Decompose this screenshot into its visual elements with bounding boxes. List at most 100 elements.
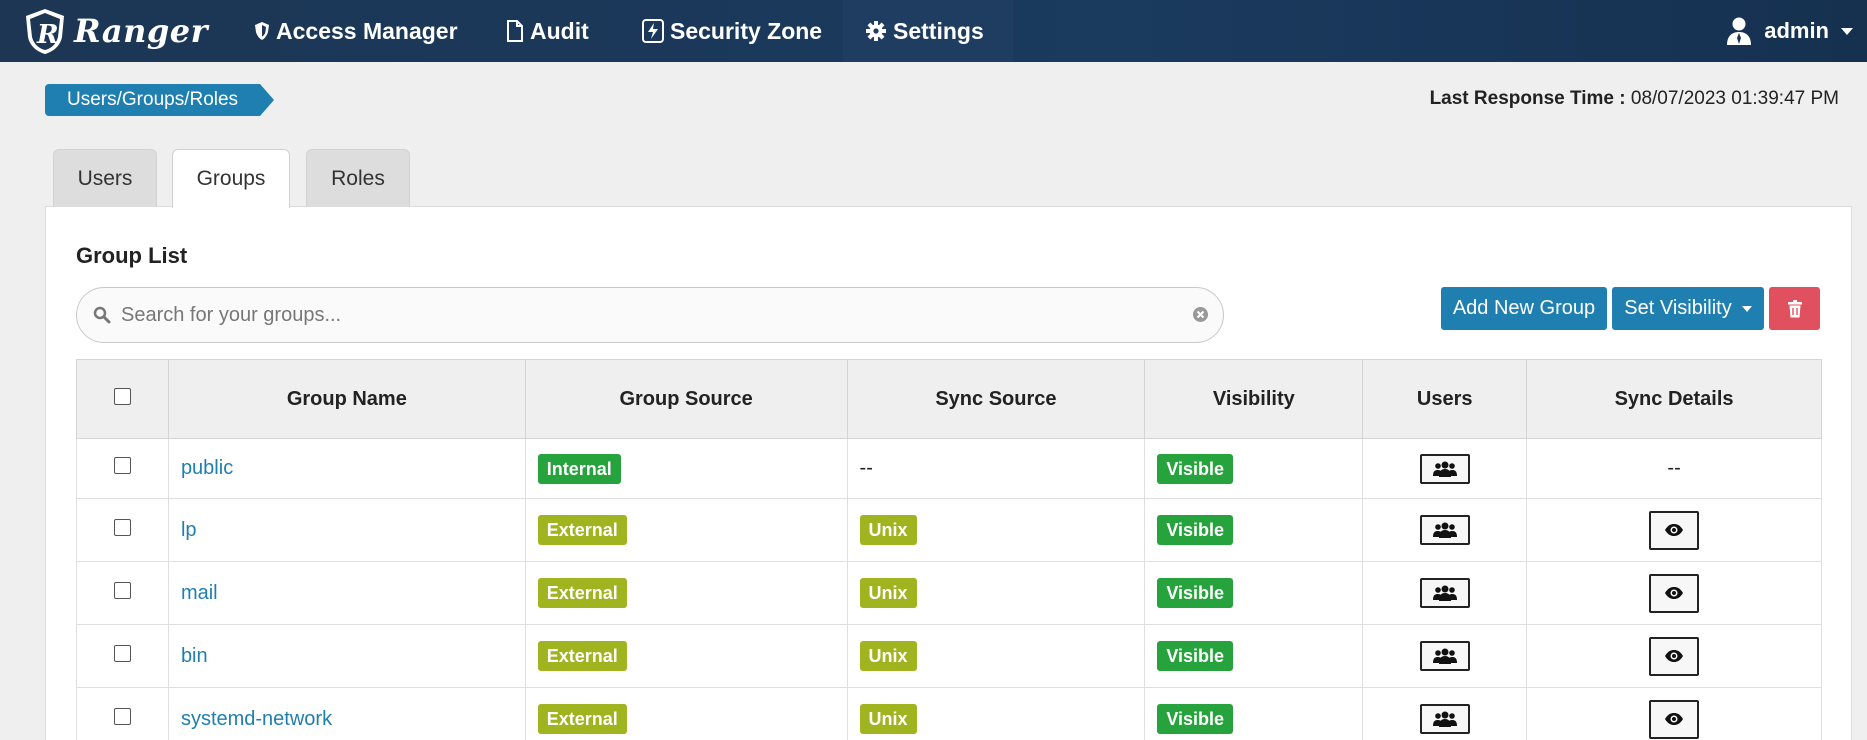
row-select-cell <box>76 561 169 625</box>
clear-search-icon[interactable] <box>1192 306 1209 323</box>
group-list-panel: Group List Add New Group Set Visibility … <box>45 206 1852 740</box>
col-sync-details: Sync Details <box>1526 359 1822 439</box>
users-cell <box>1362 438 1528 499</box>
gear-icon <box>866 21 886 41</box>
row-checkbox[interactable] <box>113 644 131 662</box>
ranger-logo-icon: R <box>26 9 64 54</box>
users-cell <box>1362 624 1528 688</box>
group-name-link[interactable]: lp <box>167 498 526 562</box>
visibility-badge: Visible <box>1157 453 1234 484</box>
select-all-cell <box>76 359 169 439</box>
users-cell <box>1362 687 1528 740</box>
file-icon <box>507 20 523 42</box>
group-source-badge: External <box>537 704 627 734</box>
select-all-checkbox[interactable] <box>113 387 131 405</box>
table-row: public Internal -- Visible -- <box>76 438 1822 499</box>
last-response-time: Last Response Time : 08/07/2023 01:39:47… <box>1430 88 1839 110</box>
panel-title: Group List <box>76 243 188 268</box>
group-name-link[interactable]: systemd-network <box>167 687 526 740</box>
add-new-group-button[interactable]: Add New Group <box>1441 287 1607 330</box>
row-select-cell <box>76 624 169 688</box>
tab-users[interactable]: Users <box>53 149 157 207</box>
set-visibility-label: Set Visibility <box>1624 297 1732 319</box>
breadcrumb[interactable]: Users/Groups/Roles <box>45 84 275 116</box>
table-header-row: Group Name Group Source Sync Source Visi… <box>76 359 1822 439</box>
search-icon <box>93 306 111 324</box>
sync-details-cell <box>1526 498 1822 562</box>
group-name-link[interactable]: public <box>167 438 526 499</box>
group-source-cell: Internal <box>524 438 848 499</box>
row-checkbox[interactable] <box>113 518 131 536</box>
group-name-link[interactable]: mail <box>167 561 526 625</box>
view-sync-details-button[interactable] <box>1649 510 1700 550</box>
row-select-cell <box>76 687 169 740</box>
visibility-cell: Visible <box>1144 624 1364 688</box>
row-checkbox[interactable] <box>113 457 131 474</box>
sync-source-cell: Unix <box>846 687 1146 740</box>
group-source-cell: External <box>524 561 848 625</box>
eye-icon <box>1665 650 1684 662</box>
table-row: mail External Unix Visible <box>76 561 1822 625</box>
brand-logo[interactable]: R Ranger <box>22 6 208 56</box>
col-sync-source[interactable]: Sync Source <box>846 359 1146 439</box>
sync-source-badge: Unix <box>859 515 917 545</box>
sync-source-cell: -- <box>846 438 1146 499</box>
nav-settings[interactable]: Settings <box>843 0 1013 62</box>
sync-source-badge: Unix <box>859 578 917 608</box>
view-users-button[interactable] <box>1419 515 1470 545</box>
col-visibility[interactable]: Visibility <box>1144 359 1364 439</box>
sync-source-cell: Unix <box>846 561 1146 625</box>
tab-groups[interactable]: Groups <box>172 149 290 208</box>
row-select-cell <box>76 498 169 562</box>
nav-security-zone[interactable]: Security Zone <box>620 0 844 62</box>
bolt-icon <box>642 19 664 43</box>
group-source-badge: External <box>537 515 627 545</box>
chevron-down-icon <box>1841 27 1853 35</box>
sync-details-cell <box>1526 687 1822 740</box>
sync-details-cell <box>1526 561 1822 625</box>
group-source-cell: External <box>524 498 848 562</box>
nav-label: Access Manager <box>276 17 458 44</box>
col-users: Users <box>1362 359 1528 439</box>
view-users-button[interactable] <box>1419 641 1470 671</box>
eye-icon <box>1665 524 1684 536</box>
sync-source-cell: Unix <box>846 624 1146 688</box>
chevron-down-icon <box>1741 305 1752 312</box>
view-sync-details-button[interactable] <box>1649 699 1700 739</box>
nav-audit[interactable]: Audit <box>484 0 611 62</box>
visibility-cell: Visible <box>1144 561 1364 625</box>
last-response-value: 08/07/2023 01:39:47 PM <box>1630 88 1839 109</box>
nav-label: Audit <box>530 17 589 44</box>
group-users-icon <box>1432 585 1457 601</box>
table-row: systemd-network External Unix Visible <box>76 687 1822 740</box>
row-checkbox[interactable] <box>113 581 131 599</box>
tab-roles[interactable]: Roles <box>306 149 410 207</box>
row-checkbox[interactable] <box>113 707 131 725</box>
group-name-link[interactable]: bin <box>167 624 526 688</box>
users-cell <box>1362 498 1528 562</box>
user-menu[interactable]: admin <box>1726 0 1853 62</box>
view-users-button[interactable] <box>1419 453 1470 484</box>
set-visibility-button[interactable]: Set Visibility <box>1612 287 1764 330</box>
view-users-button[interactable] <box>1419 578 1470 608</box>
nav-access-manager[interactable]: Access Manager <box>232 0 480 62</box>
view-sync-details-button[interactable] <box>1649 573 1700 613</box>
col-group-name[interactable]: Group Name <box>167 359 526 439</box>
search-input[interactable] <box>121 303 1171 327</box>
view-sync-details-button[interactable] <box>1649 636 1700 676</box>
group-users-icon <box>1432 461 1457 477</box>
sync-details-cell <box>1526 624 1822 688</box>
nav-label: Settings <box>893 17 984 44</box>
visibility-badge: Visible <box>1157 704 1234 734</box>
group-source-cell: External <box>524 687 848 740</box>
group-users-icon <box>1432 522 1457 538</box>
col-group-source[interactable]: Group Source <box>524 359 848 439</box>
visibility-badge: Visible <box>1157 515 1234 545</box>
visibility-cell: Visible <box>1144 498 1364 562</box>
sync-details-cell: -- <box>1526 438 1822 499</box>
group-source-badge: External <box>537 641 627 671</box>
visibility-badge: Visible <box>1157 578 1234 608</box>
delete-button[interactable] <box>1769 287 1820 330</box>
view-users-button[interactable] <box>1419 704 1470 734</box>
group-users-icon <box>1432 648 1457 664</box>
